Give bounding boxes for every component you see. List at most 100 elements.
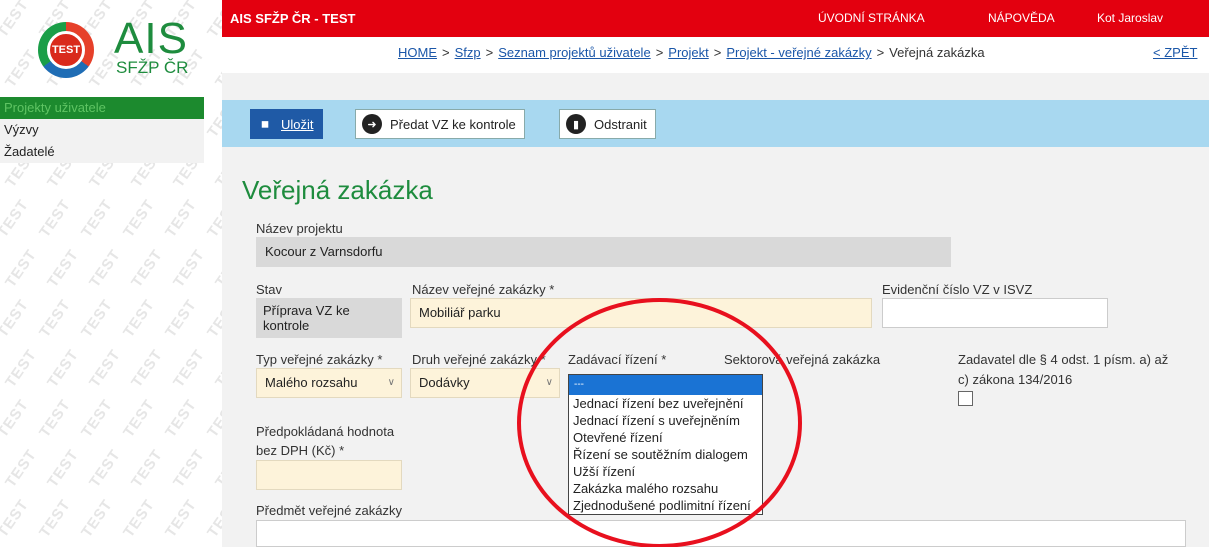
ais-logo[interactable]: TEST AIS SFŽP ČR: [38, 14, 198, 84]
watermark-text: TEST: [0, 496, 33, 541]
breadcrumb-project[interactable]: Projekt: [668, 45, 708, 60]
watermark-text: TEST: [120, 496, 159, 541]
watermark-text: TEST: [44, 446, 83, 491]
save-button[interactable]: ◼ Uložit: [250, 109, 323, 139]
logo-subtitle: SFŽP ČR: [116, 58, 189, 77]
contracting-authority-label-1: Zadavatel dle § 4 odst. 1 písm. a) až: [958, 352, 1169, 367]
estimated-value-input[interactable]: [256, 460, 402, 490]
project-name-field: Kocour z Varnsdorfu: [256, 237, 951, 267]
logo-title: AIS: [114, 14, 188, 63]
arrow-right-icon: ➜: [362, 114, 382, 134]
watermark-text: TEST: [204, 296, 222, 341]
watermark-text: TEST: [162, 496, 201, 541]
status-field: Příprava VZ ke kontrole: [256, 298, 402, 338]
breadcrumb: HOME > Sfzp > Seznam projektů uživatele > Proj…: [398, 45, 985, 60]
status-label: Stav: [256, 282, 283, 297]
watermark-text: TEST: [128, 346, 167, 391]
watermark-text: TEST: [0, 296, 33, 341]
submit-for-review-button[interactable]: ➜ Předat VZ ke kontrole: [355, 109, 525, 139]
breadcrumb-separator: >: [713, 45, 722, 60]
procedure-option[interactable]: Zjednodušené podlimitní řízení: [569, 497, 762, 514]
watermark-text: TEST: [86, 446, 125, 491]
watermark-text: TEST: [212, 246, 222, 291]
nav-home-link[interactable]: ÚVODNÍ STRÁNKA: [818, 0, 925, 37]
contract-kind-select[interactable]: Dodávky ∨: [410, 368, 560, 398]
watermark-text: TEST: [78, 396, 117, 441]
contracting-authority-checkbox[interactable]: [958, 391, 973, 406]
watermark-text: TEST: [2, 446, 41, 491]
watermark-text: TEST: [36, 396, 75, 441]
watermark-text: TEST: [0, 396, 33, 441]
breadcrumb-current: Veřejná zakázka: [889, 45, 985, 60]
watermark-text: TEST: [204, 396, 222, 441]
system-name: AIS SFŽP ČR - TEST: [230, 11, 356, 26]
contract-kind-value: Dodávky: [419, 375, 470, 390]
sidebar-item-applicants[interactable]: Žadatelé: [0, 141, 204, 163]
watermark-text: TEST: [86, 246, 125, 291]
watermark-text: TEST: [44, 346, 83, 391]
chevron-down-icon: ∨: [545, 377, 553, 388]
isvz-number-input[interactable]: [882, 298, 1108, 328]
watermark-text: TEST: [78, 296, 117, 341]
breadcrumb-home[interactable]: HOME: [398, 45, 437, 60]
project-name-label: Název projektu: [256, 221, 343, 236]
procedure-option[interactable]: Řízení se soutěžním dialogem: [569, 446, 762, 463]
watermark-text: TEST: [128, 246, 167, 291]
watermark-text: TEST: [170, 246, 209, 291]
back-link[interactable]: < ZPĚT: [1153, 45, 1197, 60]
breadcrumb-user-projects[interactable]: Seznam projektů uživatele: [498, 45, 650, 60]
procedure-option-selected[interactable]: ---: [569, 375, 762, 395]
save-button-label: Uložit: [281, 116, 314, 132]
watermark-text: TEST: [2, 346, 41, 391]
sector-contract-label: Sektorová veřejná zakázka: [724, 352, 881, 367]
procedure-label: Zadávací řízení *: [568, 352, 667, 367]
sidebar: Projekty uživatele Výzvy Žadatelé: [0, 97, 204, 163]
top-bar: AIS SFŽP ČR - TEST ÚVODNÍ STRÁNKA NÁPOVĚ…: [222, 0, 1209, 37]
action-toolbar: ◼ Uložit ➜ Předat VZ ke kontrole ▮ Odstr…: [222, 100, 1209, 147]
trash-icon: ▮: [566, 114, 586, 134]
procedure-option-placeholder: ---: [574, 379, 584, 390]
delete-button[interactable]: ▮ Odstranit: [559, 109, 656, 139]
page-title: Veřejná zakázka: [242, 175, 433, 205]
procedure-option[interactable]: Otevřené řízení: [569, 429, 762, 446]
procedure-option[interactable]: Jednací řízení bez uveřejnění: [569, 395, 762, 412]
subject-label: Předmět veřejné zakázky: [256, 503, 402, 518]
contracting-authority-label-2: c) zákona 134/2016: [958, 372, 1073, 387]
procedure-option[interactable]: Zakázka malého rozsahu: [569, 480, 762, 497]
estimated-value-label-2: bez DPH (Kč) *: [256, 443, 345, 458]
contract-type-label: Typ veřejné zakázky *: [256, 352, 383, 367]
breadcrumb-project-contracts[interactable]: Projekt - veřejné zakázky: [726, 45, 871, 60]
contract-type-select[interactable]: Malého rozsahu ∨: [256, 368, 402, 398]
procedure-dropdown-list[interactable]: --- Jednací řízení bez uveřejnění Jednac…: [568, 374, 763, 515]
contract-type-value: Malého rozsahu: [265, 375, 358, 390]
subject-textarea[interactable]: [256, 520, 1186, 547]
logo-test-badge: TEST: [47, 31, 85, 69]
nav-help-link[interactable]: NÁPOVĚDA: [988, 0, 1055, 37]
watermark-text: TEST: [0, 196, 33, 241]
watermark-text: TEST: [120, 196, 159, 241]
breadcrumb-separator: >: [442, 45, 450, 60]
watermark-text: TEST: [204, 496, 222, 541]
contract-kind-label: Druh veřejné zakázky *: [412, 352, 546, 367]
watermark-text: TEST: [204, 196, 222, 241]
breadcrumb-sfzp[interactable]: Sfzp: [455, 45, 481, 60]
watermark-text: TEST: [162, 296, 201, 341]
watermark-text: TEST: [120, 296, 159, 341]
chevron-down-icon: ∨: [387, 377, 395, 388]
watermark-text: TEST: [78, 196, 117, 241]
watermark-text: TEST: [2, 246, 41, 291]
procedure-option[interactable]: Jednací řízení s uveřejněním: [569, 412, 762, 429]
sidebar-item-calls[interactable]: Výzvy: [0, 119, 204, 141]
watermark-text: TEST: [162, 196, 201, 241]
contract-name-input[interactable]: Mobiliář parku: [410, 298, 872, 328]
watermark-text: TEST: [170, 446, 209, 491]
watermark-text: TEST: [44, 246, 83, 291]
watermark-text: TEST: [36, 496, 75, 541]
watermark-text: TEST: [36, 196, 75, 241]
procedure-option[interactable]: Užší řízení: [569, 463, 762, 480]
logo-emblem: TEST: [38, 22, 94, 78]
user-name[interactable]: Kot Jaroslav: [1097, 0, 1163, 37]
watermark-text: TEST: [170, 346, 209, 391]
watermark-text: TEST: [2, 46, 41, 91]
sidebar-item-projects[interactable]: Projekty uživatele: [0, 97, 204, 119]
